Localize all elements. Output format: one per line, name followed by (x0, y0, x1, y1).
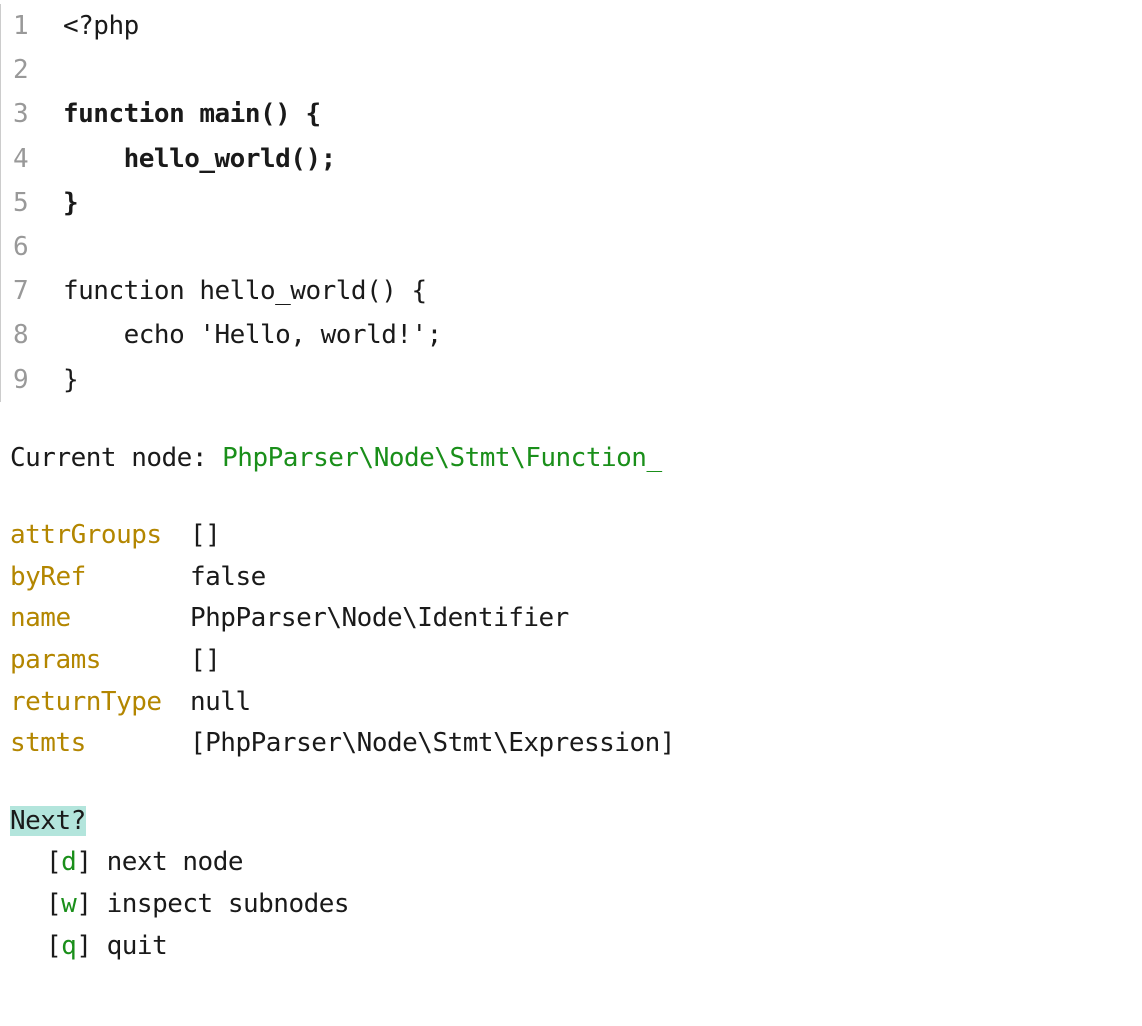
line-number: 3 (1, 92, 49, 136)
code-line: 1<?php (1, 4, 1142, 48)
prompt-option[interactable]: [w] inspect subnodes (10, 884, 1142, 926)
attr-row: namePhpParser\Node\Identifier (10, 598, 1142, 640)
code-line: 9} (1, 358, 1142, 402)
code-content: echo 'Hello, world!'; (49, 313, 442, 357)
attr-row: params[] (10, 640, 1142, 682)
line-number: 8 (1, 313, 49, 357)
attr-row: stmts[PhpParser\Node\Stmt\Expression] (10, 723, 1142, 765)
prompt-option[interactable]: [d] next node (10, 842, 1142, 884)
bracket-open: [ (46, 889, 61, 919)
attr-value: [] (190, 640, 220, 682)
attr-key: params (10, 640, 190, 682)
attr-value: null (190, 682, 251, 724)
option-label: inspect subnodes (107, 889, 349, 919)
line-number: 5 (1, 181, 49, 225)
code-line: 4 hello_world(); (1, 137, 1142, 181)
bracket-close: ] (76, 847, 106, 877)
current-node-label: Current node: (10, 443, 222, 473)
current-node-line: Current node: PhpParser\Node\Stmt\Functi… (0, 438, 1142, 480)
attr-value: false (190, 557, 266, 599)
code-line: 7function hello_world() { (1, 269, 1142, 313)
code-content (49, 48, 63, 92)
attr-value: PhpParser\Node\Identifier (190, 598, 569, 640)
line-number: 1 (1, 4, 49, 48)
code-content: } (49, 358, 78, 402)
prompt-block: Next? [d] next node[w] inspect subnodes[… (0, 801, 1142, 967)
code-content (49, 225, 63, 269)
code-line: 5} (1, 181, 1142, 225)
attr-value: [] (190, 515, 220, 557)
option-label: next node (107, 847, 243, 877)
attr-key: stmts (10, 723, 190, 765)
current-node-value: PhpParser\Node\Stmt\Function_ (222, 443, 661, 473)
code-line: 2 (1, 48, 1142, 92)
node-attributes: attrGroups[]byReffalsenamePhpParser\Node… (0, 515, 1142, 765)
option-key: q (61, 931, 76, 961)
option-key: d (61, 847, 76, 877)
bracket-close: ] (76, 931, 106, 961)
option-label: quit (107, 931, 168, 961)
code-content: } (49, 181, 78, 225)
attr-row: attrGroups[] (10, 515, 1142, 557)
attr-key: byRef (10, 557, 190, 599)
option-key: w (61, 889, 76, 919)
code-content: function main() { (49, 92, 321, 136)
prompt-label: Next? (10, 806, 86, 836)
code-content: function hello_world() { (49, 269, 427, 313)
code-line: 8 echo 'Hello, world!'; (1, 313, 1142, 357)
attr-key: name (10, 598, 190, 640)
line-number: 6 (1, 225, 49, 269)
line-number: 2 (1, 48, 49, 92)
code-line: 3function main() { (1, 92, 1142, 136)
prompt-option[interactable]: [q] quit (10, 926, 1142, 968)
code-block: 1<?php23function main() {4 hello_world()… (0, 4, 1142, 402)
attr-row: byReffalse (10, 557, 1142, 599)
line-number: 4 (1, 137, 49, 181)
line-number: 9 (1, 358, 49, 402)
bracket-close: ] (76, 889, 106, 919)
code-line: 6 (1, 225, 1142, 269)
bracket-open: [ (46, 931, 61, 961)
bracket-open: [ (46, 847, 61, 877)
line-number: 7 (1, 269, 49, 313)
code-content: <?php (49, 4, 139, 48)
attr-row: returnTypenull (10, 682, 1142, 724)
attr-key: attrGroups (10, 515, 190, 557)
code-content: hello_world(); (49, 137, 336, 181)
attr-value: [PhpParser\Node\Stmt\Expression] (190, 723, 675, 765)
attr-key: returnType (10, 682, 190, 724)
